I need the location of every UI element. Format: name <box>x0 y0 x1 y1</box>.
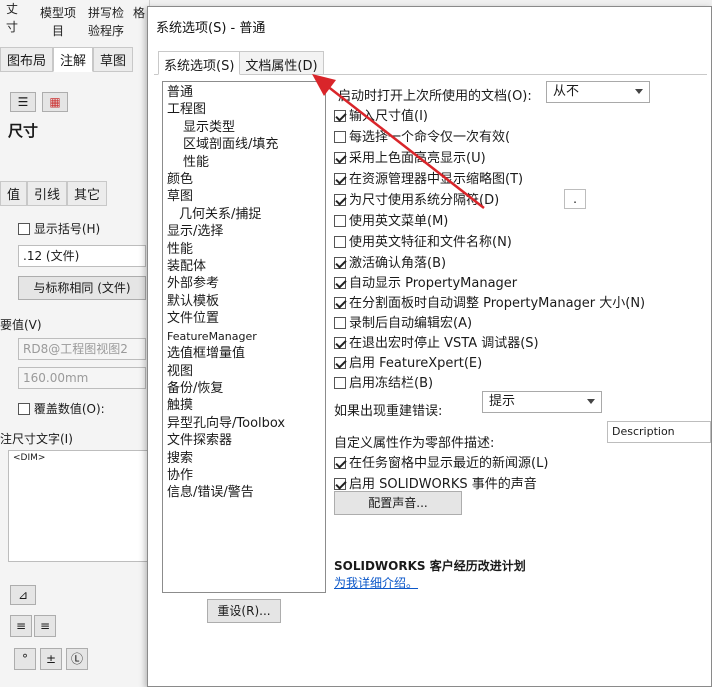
tab-system-options[interactable]: 系统选项(S) <box>158 51 241 75</box>
annotation-arrow-icon <box>312 74 485 209</box>
